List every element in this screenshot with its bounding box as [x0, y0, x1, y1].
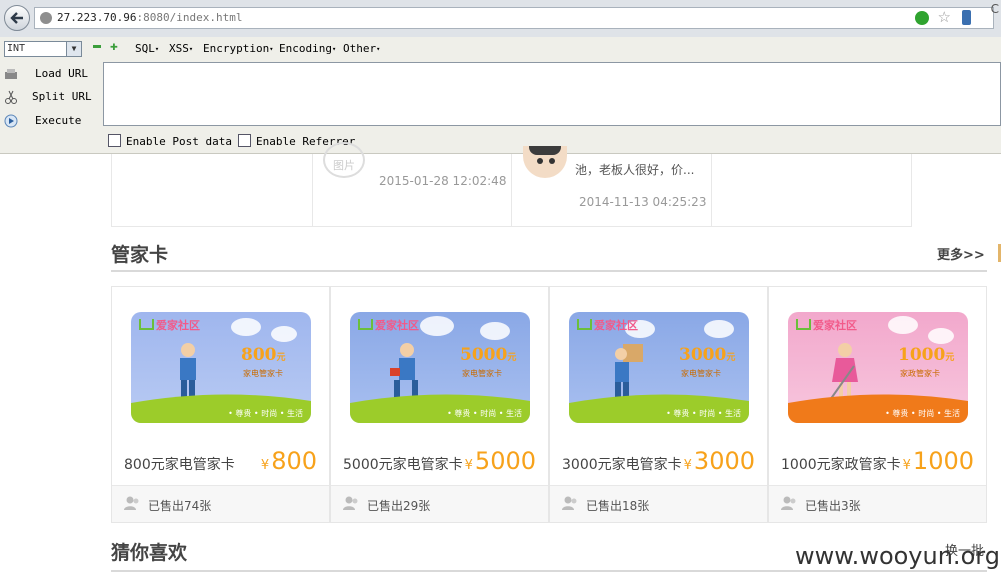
- card-slogan: • 尊贵 • 时尚 • 生活: [885, 409, 960, 418]
- card-name[interactable]: 800元家电管家卡: [124, 454, 235, 474]
- card-amount: 800元: [241, 345, 286, 365]
- logo: 爱家社区: [577, 317, 638, 333]
- menu-encryption[interactable]: Encryption▾: [203, 42, 273, 55]
- news-date: 2015-01-28 12:02:48: [379, 174, 507, 188]
- go-icon[interactable]: [915, 11, 929, 25]
- comment-cell[interactable]: 池，老板人很好，价... 2014-11-13 04:25:23: [511, 146, 712, 227]
- news-cell: [111, 154, 313, 227]
- card-slogan: • 尊贵 • 时尚 • 生活: [228, 409, 303, 418]
- card-amount: 1000元: [898, 345, 955, 365]
- back-button[interactable]: [4, 5, 30, 31]
- mobile-icon[interactable]: [962, 10, 971, 25]
- bookmark-star-icon[interactable]: ☆: [938, 9, 951, 25]
- back-arrow-icon: [10, 12, 23, 24]
- menu-xss[interactable]: XSS▾: [169, 42, 193, 55]
- logo: 爱家社区: [139, 317, 200, 333]
- execute-button[interactable]: Execute: [0, 111, 100, 131]
- sold-count: 已售出74张: [148, 499, 212, 513]
- hackbar-panel: INT ▼ ✚ SQL▾ XSS▾ Encryption▾ Encoding▾ …: [0, 37, 1001, 154]
- watermark: www.wooyun.org: [795, 542, 1000, 570]
- news-cell[interactable]: 图片 2015-01-28 12:02:48: [311, 142, 512, 227]
- card-slogan: • 尊贵 • 时尚 • 生活: [666, 409, 741, 418]
- checkbox-box[interactable]: [238, 134, 251, 147]
- user-icon: [124, 496, 139, 510]
- menu-encoding[interactable]: Encoding▾: [279, 42, 336, 55]
- load-url-button[interactable]: Load URL: [0, 64, 100, 84]
- logo: 爱家社区: [358, 317, 419, 333]
- house-icon: [577, 319, 592, 330]
- card-price: ¥5000: [464, 447, 536, 475]
- scissors-icon: [5, 90, 17, 104]
- sold-count: 已售出29张: [367, 499, 431, 513]
- user-icon: [343, 496, 358, 510]
- card-image[interactable]: 爱家社区 1000元 家政管家卡 • 尊贵 • 时尚 • 生活: [788, 312, 968, 423]
- card-footer: 已售出18张: [550, 485, 767, 522]
- chevron-down-icon: ▼: [66, 42, 81, 56]
- minus-icon[interactable]: [93, 45, 101, 48]
- guess-you-like-title: 猜你喜欢: [111, 542, 188, 564]
- image-placeholder: 图片: [323, 142, 365, 178]
- card-item[interactable]: 爱家社区 800元 家电管家卡 • 尊贵 • 时尚 • 生活 800元家电管家卡…: [111, 286, 330, 523]
- sold-count: 已售出18张: [586, 499, 650, 513]
- hackbar-url-textarea[interactable]: [103, 62, 1001, 126]
- type-select[interactable]: INT ▼: [4, 41, 82, 57]
- url-text: 27.223.70.96:8080/index.html: [57, 11, 243, 24]
- section-divider: [111, 270, 987, 272]
- card-name[interactable]: 1000元家政管家卡: [781, 454, 901, 474]
- more-link[interactable]: 更多>>: [937, 244, 985, 263]
- news-cell: [711, 154, 912, 227]
- card-price: ¥3000: [683, 447, 755, 475]
- card-amount: 5000元: [460, 345, 517, 365]
- sold-count: 已售出3张: [805, 499, 861, 513]
- type-select-value: INT: [7, 43, 26, 54]
- card-image[interactable]: 爱家社区 800元 家电管家卡 • 尊贵 • 时尚 • 生活: [131, 312, 311, 423]
- card-image[interactable]: 爱家社区 3000元 家电管家卡 • 尊贵 • 时尚 • 生活: [569, 312, 749, 423]
- search-icon[interactable]: C: [991, 2, 999, 16]
- menu-other[interactable]: Other▾: [343, 42, 380, 55]
- play-icon: [4, 114, 18, 128]
- logo: 爱家社区: [796, 317, 857, 333]
- house-icon: [358, 319, 373, 330]
- section-divider: [111, 570, 987, 572]
- page-content: 图片 2015-01-28 12:02:48 池，老板人很好，价... 2014…: [0, 142, 1001, 585]
- browser-toolbar: 27.223.70.96:8080/index.html ☆ C: [0, 0, 1001, 38]
- card-name[interactable]: 3000元家电管家卡: [562, 454, 682, 474]
- card-item[interactable]: 爱家社区 3000元 家电管家卡 • 尊贵 • 时尚 • 生活 3000元家电管…: [549, 286, 768, 523]
- globe-icon: [40, 12, 52, 24]
- card-type: 家电管家卡: [462, 369, 502, 378]
- comment-date: 2014-11-13 04:25:23: [579, 195, 707, 209]
- checkbox-box[interactable]: [108, 134, 121, 147]
- card-footer: 已售出74张: [112, 485, 329, 522]
- enable-post-data-checkbox[interactable]: Enable Post data: [108, 134, 232, 148]
- house-icon: [796, 319, 811, 330]
- card-slogan: • 尊贵 • 时尚 • 生活: [447, 409, 522, 418]
- card-item[interactable]: 爱家社区 5000元 家电管家卡 • 尊贵 • 时尚 • 生活 5000元家电管…: [330, 286, 549, 523]
- card-price: ¥1000: [902, 447, 974, 475]
- avatar: [523, 146, 567, 178]
- plus-icon[interactable]: ✚: [110, 39, 118, 54]
- user-icon: [781, 496, 796, 510]
- house-icon: [139, 319, 154, 330]
- card-footer: 已售出29张: [331, 485, 548, 522]
- card-image[interactable]: 爱家社区 5000元 家电管家卡 • 尊贵 • 时尚 • 生活: [350, 312, 530, 423]
- card-type: 家电管家卡: [243, 369, 283, 378]
- user-icon: [562, 496, 577, 510]
- card-price: ¥800: [260, 447, 317, 475]
- menu-sql[interactable]: SQL▾: [135, 42, 159, 55]
- split-url-button[interactable]: Split URL: [0, 87, 100, 107]
- card-footer: 已售出3张: [769, 485, 986, 522]
- card-type: 家政管家卡: [900, 369, 940, 378]
- card-type: 家电管家卡: [681, 369, 721, 378]
- card-amount: 3000元: [679, 345, 736, 365]
- card-name[interactable]: 5000元家电管家卡: [343, 454, 463, 474]
- url-field[interactable]: 27.223.70.96:8080/index.html ☆: [34, 7, 994, 29]
- card-item[interactable]: 爱家社区 1000元 家政管家卡 • 尊贵 • 时尚 • 生活 1000元家政管…: [768, 286, 987, 523]
- load-url-icon: [5, 69, 17, 79]
- comment-text: 池，老板人很好，价...: [575, 163, 695, 177]
- butler-card-title: 管家卡: [111, 244, 169, 266]
